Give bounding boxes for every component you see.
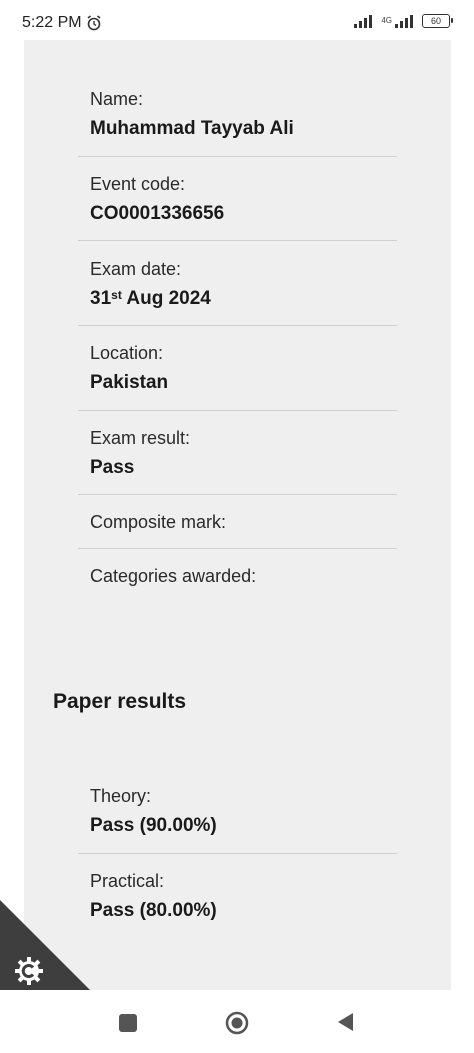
signal-strength-icon-2: [395, 15, 413, 28]
field-label: Exam date:: [90, 259, 182, 279]
field-event-code: Event code: CO0001336656: [90, 173, 397, 225]
date-day: 31: [90, 288, 112, 309]
recent-apps-square-icon[interactable]: [119, 1014, 137, 1032]
divider: [78, 240, 397, 241]
status-time: 5:22 PM: [22, 14, 82, 31]
date-suffix: st: [111, 288, 122, 302]
field-value: Pass (90.00%): [90, 815, 217, 836]
field-label: Theory:: [90, 786, 152, 806]
field-composite-mark: Composite mark:: [90, 511, 397, 533]
back-triangle-icon[interactable]: [335, 1011, 355, 1033]
alarm-clock-icon: [87, 15, 101, 31]
field-label: Composite mark:: [90, 512, 227, 532]
system-nav-bar: [0, 990, 474, 1053]
battery-level: 60: [430, 16, 441, 26]
field-label: Categories awarded:: [90, 566, 257, 586]
field-name: Name: Muhammad Tayyab Ali: [90, 88, 397, 140]
results-card: Name: Muhammad Tayyab Ali Event code: CO…: [24, 40, 451, 990]
gear-icon[interactable]: [13, 955, 45, 987]
field-value: Pass (80.00%): [90, 900, 217, 921]
field-value: Pass: [90, 457, 135, 478]
field-label: Exam result:: [90, 428, 191, 448]
field-exam-result: Exam result: Pass: [90, 427, 397, 479]
field-label: Event code:: [90, 174, 186, 194]
field-theory: Theory: Pass (90.00%): [90, 785, 397, 837]
battery-icon: 60: [422, 14, 453, 28]
field-label: Practical:: [90, 871, 165, 891]
field-value: 31st Aug 2024: [90, 288, 397, 310]
field-location: Location: Pakistan: [90, 342, 397, 394]
divider: [78, 410, 397, 411]
field-label: Location:: [90, 343, 164, 363]
divider: [78, 548, 397, 549]
divider: [78, 494, 397, 495]
status-bar: 5:22 PM 4G 60: [0, 0, 474, 40]
date-rest: Aug 2024: [121, 288, 211, 309]
field-exam-date: Exam date: 31st Aug 2024: [90, 258, 397, 310]
divider: [78, 325, 397, 326]
field-label: Name:: [90, 89, 144, 109]
divider: [78, 853, 397, 854]
field-value: CO0001336656: [90, 203, 225, 224]
signal-strength-icon: [354, 15, 373, 28]
network-type-label: 4G: [381, 16, 392, 25]
paper-results-heading: Paper results: [53, 690, 187, 713]
field-value: Pakistan: [90, 372, 169, 393]
home-circle-icon[interactable]: [225, 1011, 249, 1035]
field-categories-awarded: Categories awarded:: [90, 565, 397, 587]
field-value: Muhammad Tayyab Ali: [90, 118, 294, 139]
divider: [78, 156, 397, 157]
field-practical: Practical: Pass (80.00%): [90, 870, 397, 922]
